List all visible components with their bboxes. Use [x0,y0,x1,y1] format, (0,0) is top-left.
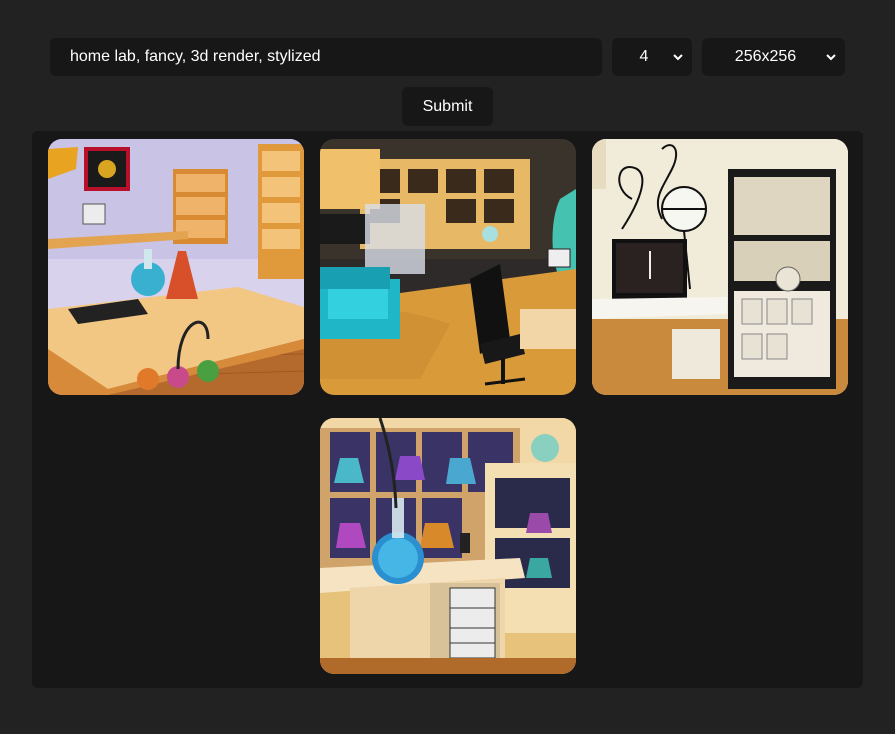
generated-image-4[interactable] [320,418,576,674]
image-gallery [32,131,863,688]
chevron-down-icon [673,54,683,61]
generated-image-3[interactable] [592,139,848,395]
image-count-select[interactable]: 4 [612,38,692,76]
image-size-select[interactable]: 256x256 [702,38,845,76]
prompt-input[interactable] [50,38,602,76]
chevron-down-icon [826,54,836,61]
generated-image-1[interactable] [48,139,304,395]
image-count-value: 4 [639,48,649,65]
controls-bar: 4 256x256 [50,38,845,76]
image-size-value: 256x256 [734,48,797,65]
generated-image-2[interactable] [320,139,576,395]
submit-button[interactable]: Submit [402,87,493,126]
